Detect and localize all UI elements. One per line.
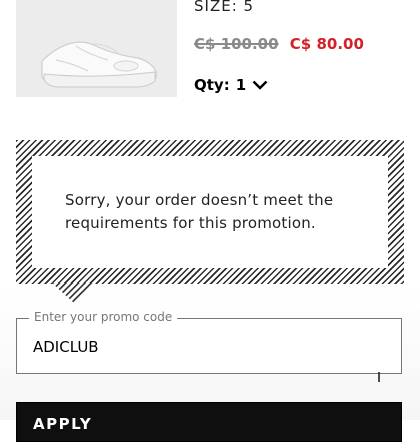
sale-price: C$ 80.00 <box>289 35 364 53</box>
promo-code-field[interactable]: Enter your promo code <box>16 310 402 382</box>
sneaker-illustration <box>41 41 157 88</box>
price-row: C$ 100.00 C$ 80.00 <box>194 35 364 53</box>
promo-error-alert: Sorry, your order doesn’t meet the requi… <box>16 140 404 284</box>
qty-value: 1 <box>235 76 247 94</box>
alert-content: Sorry, your order doesn’t meet the requi… <box>32 156 388 268</box>
promo-code-label: Enter your promo code <box>29 310 178 324</box>
apply-button[interactable]: APPLY <box>16 402 402 442</box>
alert-message: Sorry, your order doesn’t meet the requi… <box>65 191 334 232</box>
quantity-selector[interactable]: Qty: 1 <box>194 76 268 94</box>
chevron-down-icon <box>252 76 268 94</box>
field-status-icon <box>375 367 383 382</box>
alert-pointer <box>52 283 96 303</box>
product-image[interactable] <box>16 0 177 97</box>
promo-code-input[interactable] <box>33 335 333 359</box>
original-price: C$ 100.00 <box>194 35 279 53</box>
size-label: SIZE: 5 <box>194 0 255 15</box>
qty-label: Qty: <box>194 76 230 94</box>
